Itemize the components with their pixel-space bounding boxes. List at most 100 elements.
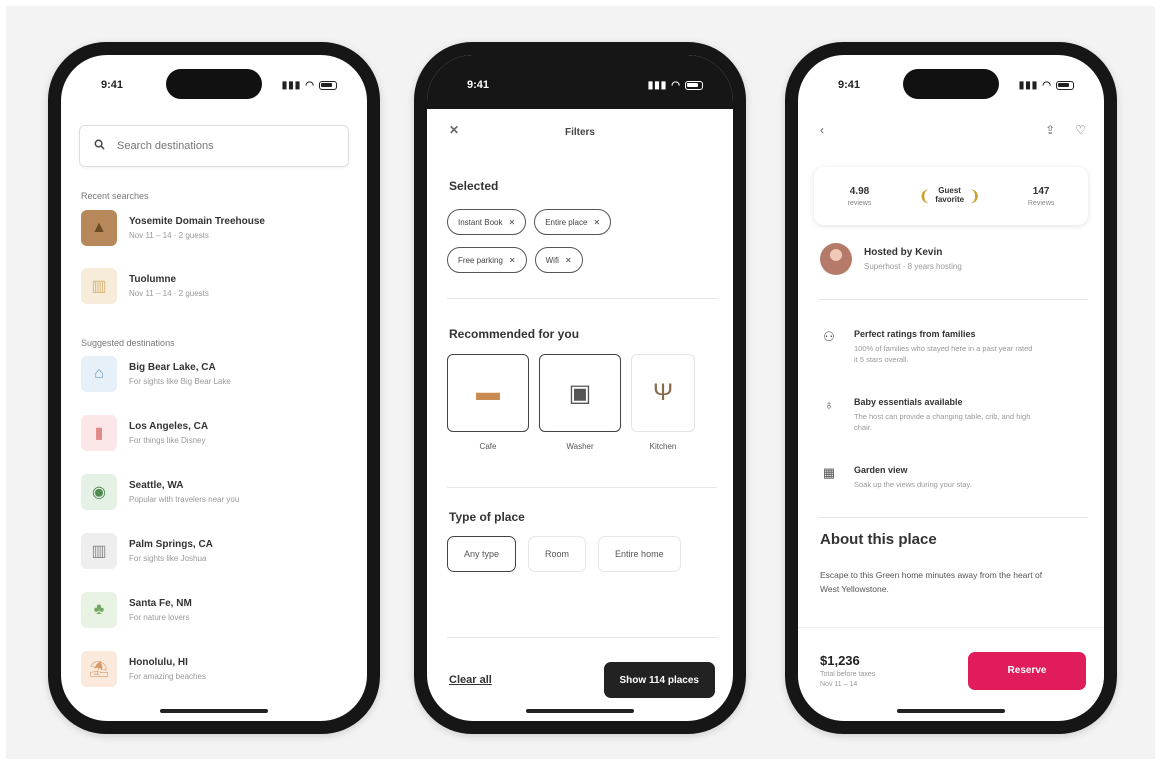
close-icon[interactable]: ✕ — [593, 218, 600, 227]
cabin-photo: ▲ — [81, 210, 117, 246]
destination-sub: Popular with travelers near you — [129, 495, 240, 504]
feature-title: Garden view — [854, 465, 908, 475]
reserve-button[interactable]: Reserve — [968, 651, 1086, 690]
destination-sub: For sights like Big Bear Lake — [129, 377, 231, 386]
destination-item[interactable]: ♣ Santa Fe, NM For nature lovers — [81, 587, 351, 633]
recent-item[interactable]: ▥ Tuolumne Nov 11 – 14 · 2 guests — [81, 263, 351, 309]
washer-icon: ▣ — [539, 354, 621, 432]
battery-icon — [1056, 80, 1074, 90]
reviews-count-stat[interactable]: 147 Reviews — [1028, 186, 1054, 207]
host-sub: Superhost · 8 years hosting — [864, 262, 962, 271]
search-screen: 9:41 ▮▮▮ ◠ Recent searches ▲ Yosemite Do… — [61, 55, 367, 721]
feature-desc: 100% of families who stayed here in a pa… — [854, 344, 1033, 365]
status-time: 9:41 — [838, 79, 861, 91]
share-icon[interactable]: ⇪ — [1045, 123, 1055, 137]
signal-icon: ▮▮▮ — [1018, 79, 1039, 91]
dynamic-island — [903, 69, 999, 99]
destination-item[interactable]: ⌂ Big Bear Lake, CA For sights like Big … — [81, 351, 351, 397]
search-input[interactable] — [117, 140, 297, 152]
feature-item: ♁ Baby essentials available The host can… — [820, 397, 1088, 434]
show-places-button[interactable]: Show 114 places — [603, 662, 715, 698]
destination-item[interactable]: ▮ Los Angeles, CA For things like Disney — [81, 410, 351, 456]
building-icon: ▥ — [81, 268, 117, 304]
close-icon[interactable]: ✕ — [508, 218, 515, 227]
recommended-card[interactable]: ▣ Washer — [539, 354, 621, 451]
chip-label: Wifi — [545, 255, 559, 265]
selected-chips-row-2: Free parking ✕ Wifi ✕ — [447, 247, 717, 273]
home-indicator — [526, 709, 634, 713]
badge-line-2: favorite — [935, 195, 965, 204]
destination-item[interactable]: ◉ Seattle, WA Popular with travelers nea… — [81, 469, 351, 515]
laurel-left-icon: ❨ — [918, 188, 932, 205]
price-note: Total before taxes — [820, 671, 876, 678]
filter-chip[interactable]: Free parking ✕ — [447, 247, 527, 273]
beach-icon: ⛱ — [81, 651, 117, 687]
house-icon: ⌂ — [81, 356, 117, 392]
search-field[interactable] — [79, 125, 349, 167]
about-body: Escape to this Green home minutes away f… — [820, 570, 1043, 594]
recommended-label-text: Cafe — [479, 442, 497, 451]
signal-icon: ▮▮▮ — [281, 79, 302, 91]
guest-favorite-badge: ❨ Guest favorite ❩ — [918, 186, 981, 205]
recent-item-title: Tuolumne — [129, 274, 177, 285]
clear-all-link[interactable]: Clear all — [449, 674, 492, 686]
destination-item[interactable]: ▥ Palm Springs, CA For sights like Joshu… — [81, 528, 351, 574]
feature-item: ⚇ Perfect ratings from families 100% of … — [820, 329, 1088, 366]
home-indicator — [160, 709, 268, 713]
baby-icon: ♁ — [824, 397, 834, 412]
destination-title: Big Bear Lake, CA — [129, 362, 216, 373]
recent-item-title: Yosemite Domain Treehouse — [129, 216, 265, 227]
status-icons: ▮▮▮ ◠ — [648, 80, 703, 91]
rating-summary-card: 4.98 reviews ❨ Guest favorite ❩ 147 Revi… — [814, 167, 1088, 225]
reserve-footer: $1,236 Total before taxes Nov 11 – 14 Re… — [798, 627, 1104, 713]
back-icon[interactable]: ‹ — [820, 123, 824, 137]
price-dates[interactable]: Nov 11 – 14 — [820, 681, 875, 688]
presentation-background: 9:41 ▮▮▮ ◠ Recent searches ▲ Yosemite Do… — [6, 6, 1155, 759]
destination-sub: For things like Disney — [129, 436, 206, 445]
divider — [818, 517, 1088, 518]
status-bar: 9:41 ▮▮▮ ◠ — [427, 55, 733, 109]
map-icon: ◉ — [81, 474, 117, 510]
divider — [447, 637, 717, 638]
reviews-count-label: Reviews — [1027, 199, 1055, 207]
wifi-icon: ◠ — [671, 79, 681, 91]
destination-title: Honolulu, HI — [129, 657, 188, 668]
sofa-icon: ▬ — [447, 354, 529, 432]
close-icon[interactable]: ✕ — [565, 256, 572, 265]
status-icons: ▮▮▮ ◠ — [1019, 80, 1074, 91]
destination-sub: For sights like Joshua — [129, 554, 207, 563]
chip-label: Entire place — [545, 217, 588, 227]
type-of-place-label: Type of place — [449, 510, 525, 524]
close-icon[interactable]: ✕ — [509, 256, 516, 265]
selected-label: Selected — [449, 179, 499, 193]
host-row[interactable]: Hosted by Kevin Superhost · 8 years host… — [820, 243, 1088, 275]
chip-label: Instant Book — [458, 217, 503, 227]
close-icon[interactable]: ✕ — [449, 123, 459, 137]
destination-title: Palm Springs, CA — [129, 539, 213, 550]
destination-item[interactable]: ⛱ Honolulu, HI For amazing beaches — [81, 646, 351, 692]
type-option-any[interactable]: Any type — [447, 536, 517, 572]
filter-chip[interactable]: Instant Book ✕ — [447, 209, 527, 235]
destination-title: Santa Fe, NM — [129, 598, 192, 609]
signal-icon: ▮▮▮ — [647, 79, 668, 91]
phone-search-screen: 9:41 ▮▮▮ ◠ Recent searches ▲ Yosemite Do… — [48, 42, 380, 734]
recent-item-sub: Nov 11 – 14 · 2 guests — [129, 231, 209, 240]
type-option-entire-home[interactable]: Entire home — [598, 536, 681, 572]
search-icon — [94, 139, 105, 153]
type-of-place-row: Any type Room Entire home — [447, 536, 681, 572]
filter-chip[interactable]: Entire place ✕ — [534, 209, 612, 235]
filters-footer: Clear all Show 114 places — [427, 655, 733, 705]
recommended-card[interactable]: ▬ Cafe — [447, 354, 529, 451]
heart-icon[interactable]: ♡ — [1075, 123, 1086, 137]
rating-label: reviews — [847, 199, 872, 207]
wifi-icon: ◠ — [1042, 79, 1052, 91]
dynamic-island — [166, 69, 262, 99]
phone-filters-screen: 9:41 ▮▮▮ ◠ ✕ Filters Selected Instant Bo… — [414, 42, 746, 734]
destination-title: Seattle, WA — [129, 480, 184, 491]
filter-chip[interactable]: Wifi ✕ — [534, 247, 583, 273]
recommended-card[interactable]: Ψ Kitchen — [631, 354, 695, 451]
filters-screen: 9:41 ▮▮▮ ◠ ✕ Filters Selected Instant Bo… — [427, 55, 733, 721]
type-option-room[interactable]: Room — [528, 536, 587, 572]
recent-item[interactable]: ▲ Yosemite Domain Treehouse Nov 11 – 14 … — [81, 205, 351, 251]
filters-header: ✕ Filters — [427, 109, 733, 155]
